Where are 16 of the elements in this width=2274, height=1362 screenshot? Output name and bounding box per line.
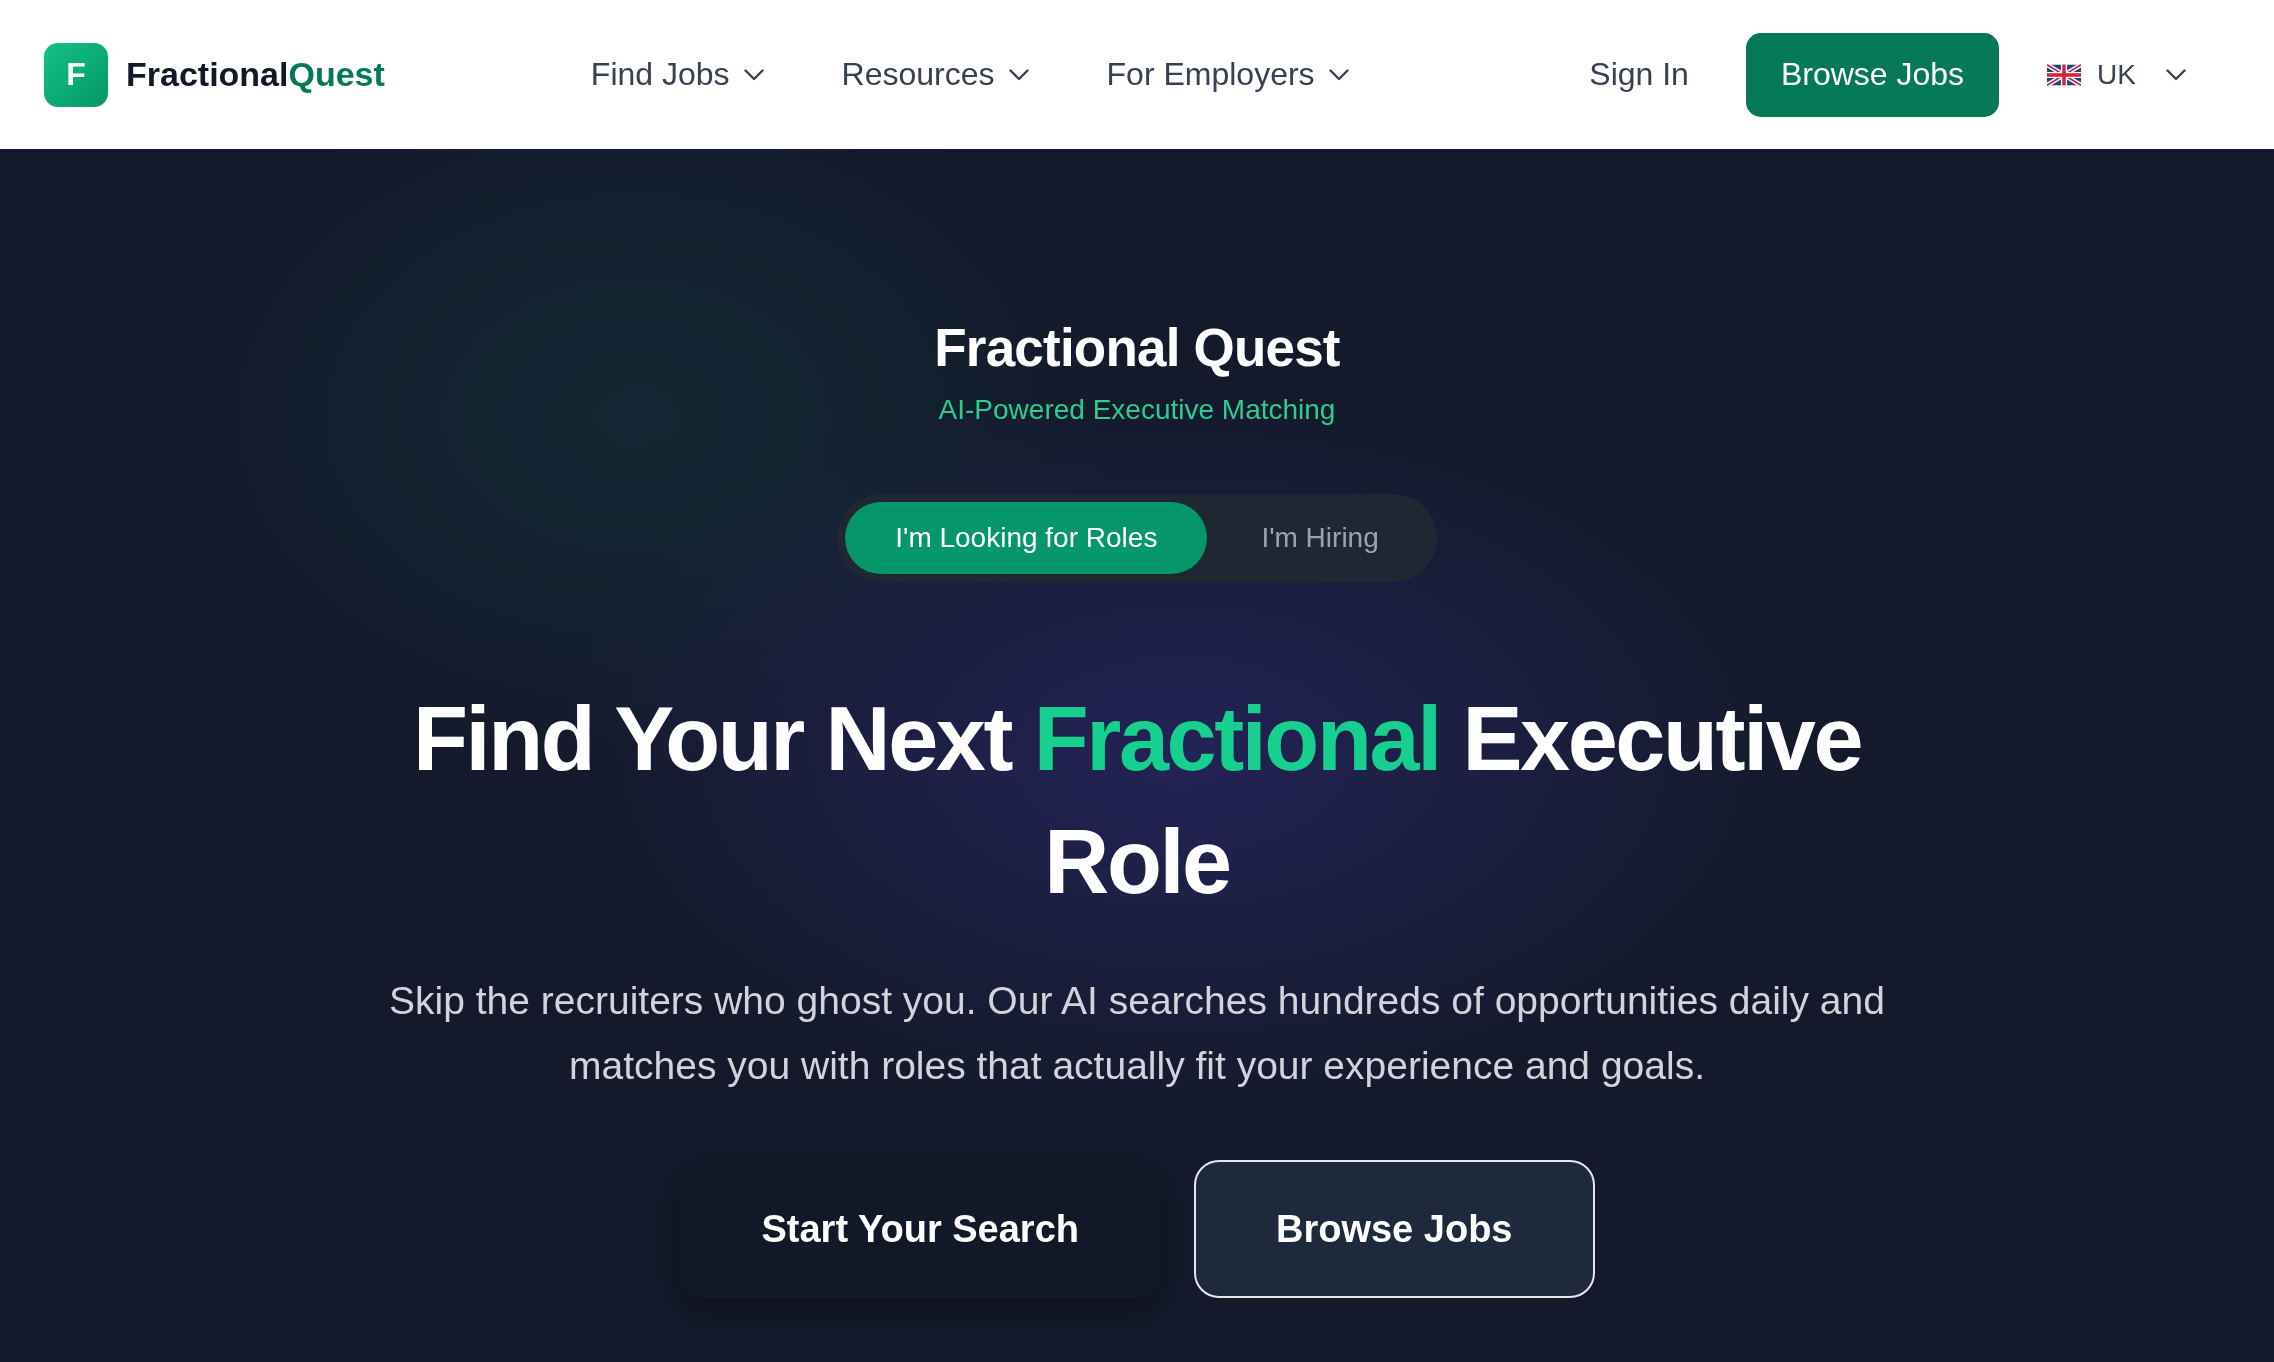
hero-title: Fractional Quest (934, 317, 1340, 379)
nav-menu-button[interactable]: Find Jobs (590, 56, 764, 93)
nav-menu-button[interactable]: For Employers (1106, 56, 1349, 93)
audience-toggle-option[interactable]: I'm Hiring (1211, 502, 1429, 574)
nav-menu-button[interactable]: Resources (841, 56, 1029, 93)
browse-jobs-button[interactable]: Browse Jobs (1194, 1160, 1595, 1298)
sign-in-link[interactable]: Sign In (1589, 56, 1689, 93)
flag-icon (2047, 63, 2082, 86)
hero-headline: Find Your Next Fractional Executive Role (411, 688, 1863, 914)
hero-tagline: AI-Powered Executive Matching (938, 393, 1336, 427)
start-search-button[interactable]: Start Your Search (679, 1160, 1161, 1298)
region-selector[interactable]: UK (2047, 58, 2186, 91)
browse-jobs-button[interactable]: Browse Jobs (1745, 32, 2000, 117)
hero-description: Skip the recruiters who ghost you. Our AI searches hundreds of opportunities daily and matches you with roles that actually fit your experience and goals. (388, 978, 1886, 1089)
audience-toggle-option[interactable]: I'm Looking for Roles (845, 502, 1208, 574)
brand-name[interactable]: FractionalQuest (126, 55, 385, 94)
